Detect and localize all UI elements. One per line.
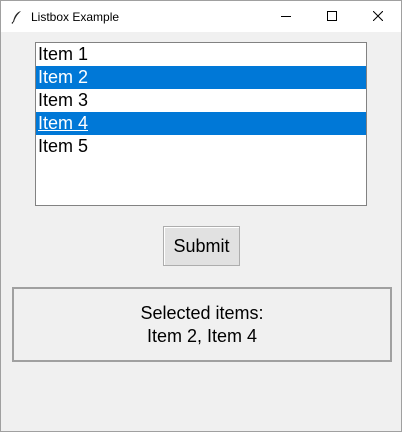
minimize-icon xyxy=(281,8,291,26)
feather-icon xyxy=(9,9,25,25)
window-title: Listbox Example xyxy=(31,9,120,24)
selected-items-panel: Selected items: Item 2, Item 4 xyxy=(12,287,392,362)
list-item[interactable]: Item 3 xyxy=(36,89,366,112)
list-item-label: Item 5 xyxy=(38,136,89,156)
list-item[interactable]: Item 1 xyxy=(36,43,366,66)
close-icon xyxy=(372,8,384,26)
list-item-label: Item 1 xyxy=(38,44,89,64)
app-window: Listbox Example Item 1 Item 2 Item 3 Ite… xyxy=(0,0,402,432)
selected-items-value: Item 2, Item 4 xyxy=(146,325,258,346)
submit-button[interactable]: Submit xyxy=(163,226,240,266)
selected-items-heading: Selected items: xyxy=(140,302,264,323)
close-button[interactable] xyxy=(355,1,401,32)
list-item[interactable]: Item 5 xyxy=(36,135,366,158)
maximize-button[interactable] xyxy=(309,1,355,32)
window-controls xyxy=(263,1,401,32)
list-item[interactable]: Item 2 xyxy=(36,66,366,89)
list-item-label: Item 2 xyxy=(38,67,89,87)
maximize-icon xyxy=(327,8,337,26)
minimize-button[interactable] xyxy=(263,1,309,32)
list-item-label: Item 3 xyxy=(38,90,89,110)
list-item[interactable]: Item 4 xyxy=(36,112,366,135)
title-bar[interactable]: Listbox Example xyxy=(1,1,401,32)
item-listbox[interactable]: Item 1 Item 2 Item 3 Item 4 Item 5 xyxy=(35,42,367,206)
list-item-label: Item 4 xyxy=(38,113,89,133)
